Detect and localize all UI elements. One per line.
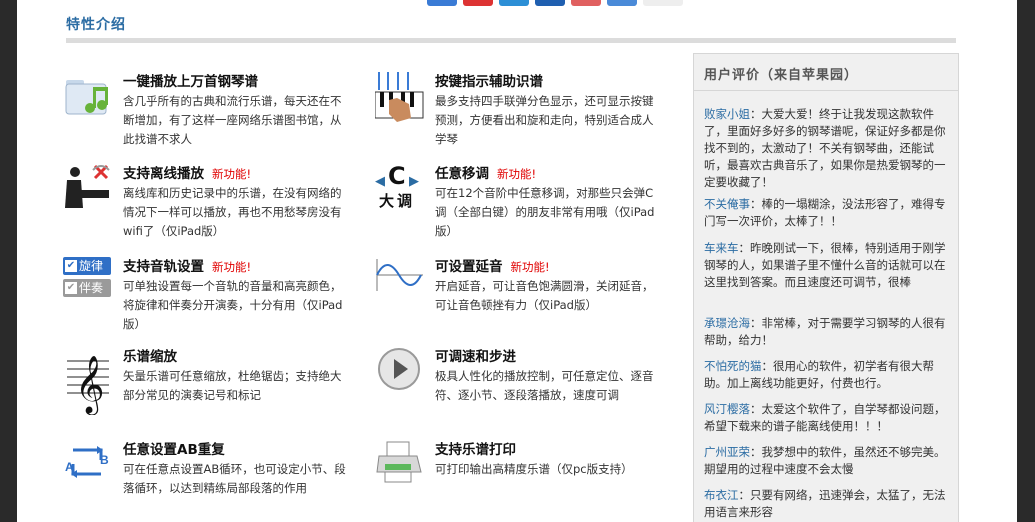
review-item: 不关俺事：棒的一塌糊涂，没法形容了，难得专门写一次评价，太棒了！！ [704, 196, 949, 230]
offline-reader-icon [63, 162, 113, 212]
printer-icon [375, 438, 425, 488]
review-item: 布衣江：只要有网络，迅速弹会，太猛了，无法用语言来形容 [704, 487, 949, 521]
feature-title-text: 按键指示辅助识谱 [435, 74, 543, 90]
review-item: 广州亚荣：我梦想中的软件，虽然还不够完美。期望用的过程中速度不会太慢 [704, 444, 949, 478]
arrow-right-icon: ▶ [409, 174, 419, 189]
share-icon-qzone[interactable] [427, 0, 457, 6]
feature-title-text: 任意移调 [435, 166, 489, 182]
page: 特性介绍 一键播放上万首钢琴谱 含几乎所有的古典和流行乐谱，每天还在不断增加，有… [17, 0, 1017, 522]
svg-text:𝄞: 𝄞 [75, 355, 105, 415]
feature-title-text: 任意设置AB重复 [123, 442, 225, 458]
feature-desc: 离线库和历史记录中的乐谱，在没有网络的情况下一样可以播放，再也不用愁琴房没有wi… [123, 186, 342, 238]
feature-title: 任意设置AB重复 [123, 438, 225, 458]
feature-desc: 矢量乐谱可任意缩放，杜绝锯齿；支持绝大部分常见的演奏记号和标记 [123, 369, 342, 402]
share-icon-kaixin[interactable] [535, 0, 565, 6]
sine-wave-icon [375, 255, 425, 305]
feature-title: 任意移调 新功能! [435, 162, 536, 182]
reviewer-name[interactable]: 风汀樱落 [704, 402, 750, 416]
feature-title-text: 可设置延音 [435, 259, 503, 275]
feature-desc: 可在任意点设置AB循环，也可设定小节、段落循环，以达到精练局部段落的作用 [123, 462, 346, 495]
section-title: 特性介绍 [66, 17, 126, 33]
review-item: 承璟沧海：非常棒，对于需要学习钢琴的人很有帮助，给力！ [704, 315, 949, 349]
feature-title: 支持离线播放 新功能! [123, 162, 251, 182]
review-item: 风汀樱落：太爱这个软件了，自学琴都设问题，希望下载来的谱子能离线使用！！！ [704, 401, 949, 435]
new-badge: 新功能! [212, 260, 252, 274]
review-item: 败家小姐：大爱大爱！终于让我发现这款软件了，里面好多好多的钢琴谱呢，保证好多都是… [704, 106, 949, 191]
reviewer-name[interactable]: 布衣江 [704, 488, 739, 502]
feature-desc: 最多支持四手联弹分色显示，还可显示按键预测，方便看出和旋和走向，特别适合成人学琴 [435, 94, 654, 146]
feature-title: 支持乐谱打印 [435, 438, 516, 458]
reviewer-name[interactable]: 不怕死的猫 [704, 359, 762, 373]
transpose-label: 大调 [379, 192, 416, 210]
svg-text:A: A [65, 460, 74, 474]
arrow-left-icon: ◀ [375, 174, 385, 189]
review-text: ：只要有网络，迅速弹会，太猛了，无法用语言来形容 [704, 488, 946, 519]
feature-title: 可设置延音 新功能! [435, 255, 550, 275]
feature-desc: 可打印输出高精度乐谱（仅pc版支持） [435, 462, 633, 476]
title-divider [66, 38, 956, 43]
feature-title: 按键指示辅助识谱 [435, 70, 543, 90]
checkmark-icon: ✔ [65, 282, 77, 294]
new-badge: 新功能! [212, 167, 252, 181]
track-melody-label: 旋律 [79, 259, 104, 273]
feature-desc: 含几乎所有的古典和流行乐谱，每天还在不断增加，有了这样一座网络乐谱图书馆，从此找… [123, 94, 342, 146]
reviewer-name[interactable]: 广州亚荣 [704, 445, 750, 459]
play-button-icon [375, 345, 425, 395]
reviews-divider [694, 90, 958, 91]
reviews-title: 用户评价（来自苹果园） [704, 68, 859, 83]
svg-text:B: B [100, 453, 109, 467]
transpose-key: C [388, 162, 406, 190]
feature-desc: 可单独设置每一个音轨的音量和高亮颜色，将旋律和伴奏分开演奏，十分有用（仅iPad… [123, 279, 343, 331]
reviewer-name[interactable]: 承璟沧海 [704, 316, 750, 330]
feature-title: 支持音轨设置 新功能! [123, 255, 251, 275]
share-icon-renren[interactable] [499, 0, 529, 6]
feature-title-text: 支持音轨设置 [123, 259, 204, 275]
feature-desc: 极具人性化的播放控制，可任意定位、逐音符、逐小节、逐段落播放，速度可调 [435, 369, 654, 402]
track-accomp-label: 伴奏 [79, 281, 104, 295]
feature-title-text: 支持乐谱打印 [435, 442, 516, 458]
share-icon-douban[interactable] [607, 0, 637, 6]
reviewer-name[interactable]: 不关俺事 [704, 197, 750, 211]
feature-title: 一键播放上万首钢琴谱 [123, 70, 258, 90]
feature-title-text: 支持离线播放 [123, 166, 204, 182]
reviewer-name[interactable]: 车来车 [704, 241, 739, 255]
feature-title: 乐谱缩放 [123, 345, 177, 365]
reviews-panel: 用户评价（来自苹果园） 败家小姐：大爱大爱！终于让我发现这款软件了，里面好多好多… [693, 53, 959, 522]
treble-clef-icon: 𝄞 [63, 345, 113, 416]
checkmark-icon: ✔ [65, 260, 77, 272]
feature-title: 可调速和步进 [435, 345, 516, 365]
review-item: 不怕死的猫：很用心的软件，初学者有很大帮助。加上离线功能更好，付费也行。 [704, 358, 949, 392]
ab-repeat-icon: A B [63, 438, 113, 488]
reviewer-name[interactable]: 败家小姐 [704, 107, 750, 121]
feature-title-text: 一键播放上万首钢琴谱 [123, 74, 258, 90]
track-settings-icon: ✔ 旋律 ✔ 伴奏 [63, 255, 113, 305]
feature-title-text: 可调速和步进 [435, 349, 516, 365]
piano-hand-icon [374, 70, 425, 122]
share-bar [427, 0, 683, 8]
feature-title-text: 乐谱缩放 [123, 349, 177, 365]
transpose-icon: ◀ C ▶ 大调 [375, 162, 425, 212]
folder-music-icon [63, 70, 113, 120]
feature-desc: 可在12个音阶中任意移调，对那些只会弹C调（全部白键）的朋友非常有用哦（仅iPa… [435, 186, 655, 238]
share-icon-tencent[interactable] [571, 0, 601, 6]
new-badge: 新功能! [510, 260, 550, 274]
share-icon-more[interactable] [643, 0, 683, 6]
new-badge: 新功能! [497, 167, 537, 181]
review-text: ：昨晚刚试一下，很棒，特别适用于刚学钢琴的人，如果谱子里不懂什么音的话就可以在这… [704, 241, 946, 289]
review-item: 车来车：昨晚刚试一下，很棒，特别适用于刚学钢琴的人，如果谱子里不懂什么音的话就可… [704, 240, 949, 291]
track-accomp-chip: ✔ 伴奏 [63, 279, 111, 297]
share-icon-weibo[interactable] [463, 0, 493, 6]
track-melody-chip: ✔ 旋律 [63, 257, 111, 275]
feature-desc: 开启延音，可让音色饱满圆滑，关闭延音，可让音色顿挫有力（仅iPad版） [435, 279, 654, 312]
